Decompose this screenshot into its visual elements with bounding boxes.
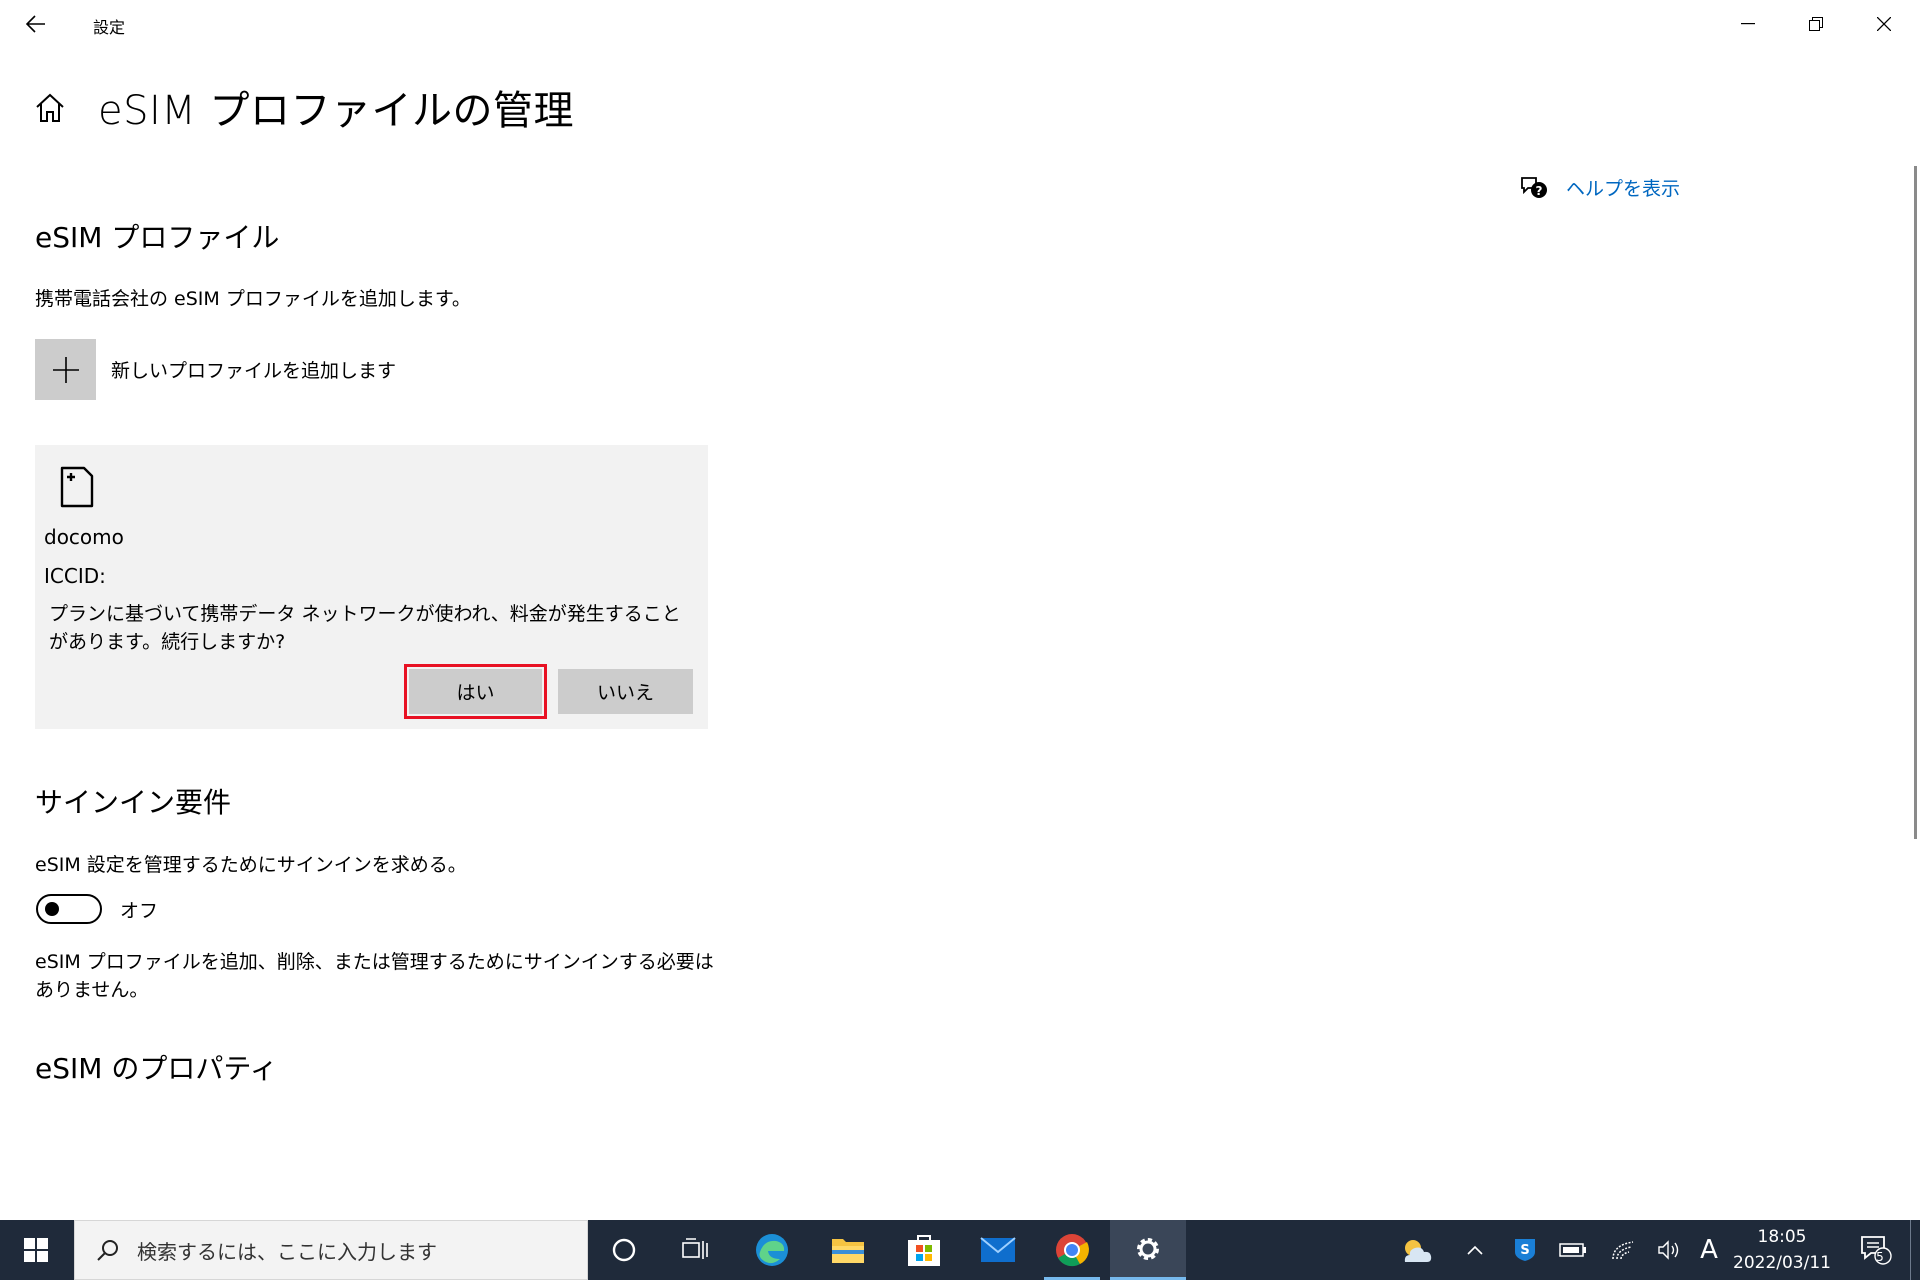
battery-icon: [1559, 1243, 1586, 1257]
edge-button[interactable]: [736, 1220, 808, 1280]
clock-time: 18:05: [1757, 1227, 1807, 1247]
cellular-network-icon: [1612, 1241, 1634, 1260]
svg-text:S: S: [1520, 1243, 1529, 1258]
toggle-knob: [45, 902, 59, 916]
restore-button[interactable]: [1782, 0, 1850, 48]
settings-taskbar-button[interactable]: [1110, 1220, 1186, 1280]
store-button[interactable]: [888, 1220, 960, 1280]
battery-button[interactable]: [1556, 1220, 1590, 1280]
add-profile-label[interactable]: 新しいプロファイルを追加します: [111, 356, 396, 383]
store-icon: [908, 1235, 940, 1266]
notification-center-button[interactable]: 5: [1854, 1220, 1898, 1280]
chrome-icon: [1056, 1234, 1089, 1267]
title-bar: 設定: [0, 0, 1920, 48]
toggle-state-label: オフ: [120, 900, 159, 922]
add-profile-button[interactable]: [35, 339, 96, 400]
weather-icon: [1404, 1240, 1432, 1262]
help-link[interactable]: ? ヘルプを表示: [1520, 174, 1680, 201]
cortana-icon: [612, 1238, 636, 1262]
speaker-icon: [1658, 1240, 1679, 1260]
no-button[interactable]: いいえ: [558, 669, 693, 714]
file-explorer-icon: [832, 1239, 864, 1263]
cortana-button[interactable]: [588, 1220, 660, 1280]
help-chat-icon: ?: [1521, 176, 1547, 198]
minimize-icon: [1741, 23, 1755, 25]
plus-icon: [52, 356, 79, 383]
mail-button[interactable]: [962, 1220, 1034, 1280]
yes-button[interactable]: はい: [404, 664, 547, 719]
back-button[interactable]: [14, 6, 58, 42]
scrollbar[interactable]: [1914, 166, 1917, 839]
volume-button[interactable]: [1652, 1220, 1686, 1280]
app-title: 設定: [93, 18, 126, 37]
start-button[interactable]: [0, 1220, 72, 1280]
ime-indicator[interactable]: A: [1696, 1220, 1722, 1280]
svg-text:?: ?: [1536, 184, 1543, 198]
network-button[interactable]: [1606, 1220, 1640, 1280]
confirm-message: プランに基づいて携帯データ ネットワークが使われ、料金が発生することがあります。…: [49, 603, 681, 653]
search-placeholder: 検索するには、ここに入力します: [137, 1239, 437, 1264]
show-hidden-icons-button[interactable]: [1460, 1220, 1490, 1280]
restore-icon: [1809, 17, 1823, 31]
file-explorer-button[interactable]: [812, 1220, 884, 1280]
close-button[interactable]: [1850, 0, 1918, 48]
esim-properties-heading: eSIM のプロパティ: [35, 1052, 278, 1085]
page-title: eSIM プロファイルの管理: [98, 88, 575, 134]
taskbar-search-box[interactable]: 検索するには、ここに入力します: [74, 1220, 588, 1280]
help-link-label[interactable]: ヘルプを表示: [1566, 174, 1680, 201]
tray-app-button[interactable]: S: [1510, 1220, 1540, 1280]
sim-card-icon: [60, 466, 94, 508]
signin-description: eSIM 設定を管理するためにサインインを求める。: [35, 854, 467, 876]
settings-icon: [1137, 1237, 1159, 1260]
home-icon[interactable]: [32, 90, 68, 126]
esim-profiles-description: 携帯電話会社の eSIM プロファイルを追加します。: [35, 288, 471, 310]
clock[interactable]: 18:05 2022/03/11: [1722, 1224, 1842, 1276]
profile-card[interactable]: docomo ICCID: プランに基づいて携帯データ ネットワークが使われ、料…: [35, 445, 708, 729]
show-desktop-button[interactable]: [1910, 1220, 1920, 1280]
taskbar: 検索するには、ここに入力します S A 18:05 2022/03/11 5: [0, 1220, 1920, 1280]
task-view-icon: [682, 1238, 708, 1259]
task-view-button[interactable]: [660, 1220, 732, 1280]
notification-count: 5: [1876, 1250, 1884, 1264]
weather-button[interactable]: [1394, 1220, 1438, 1280]
chrome-button[interactable]: [1036, 1220, 1108, 1280]
signin-note: eSIM プロファイルを追加、削除、または管理するためにサインインする必要はあり…: [35, 951, 714, 1001]
signin-toggle[interactable]: [36, 894, 102, 924]
search-icon: [97, 1240, 118, 1261]
close-icon: [1877, 17, 1891, 31]
edge-icon: [756, 1234, 788, 1266]
shield-s-icon: S: [1515, 1239, 1535, 1261]
back-arrow-icon: [26, 15, 45, 33]
clock-date: 2022/03/11: [1733, 1253, 1831, 1273]
windows-logo-icon: [24, 1238, 48, 1262]
chevron-up-icon: [1467, 1245, 1483, 1255]
profile-iccid: ICCID:: [44, 564, 106, 588]
esim-profiles-heading: eSIM プロファイル: [35, 221, 280, 254]
profile-name: docomo: [44, 525, 124, 549]
signin-heading: サインイン要件: [35, 786, 232, 819]
mail-icon: [980, 1237, 1016, 1262]
minimize-button[interactable]: [1714, 0, 1782, 48]
